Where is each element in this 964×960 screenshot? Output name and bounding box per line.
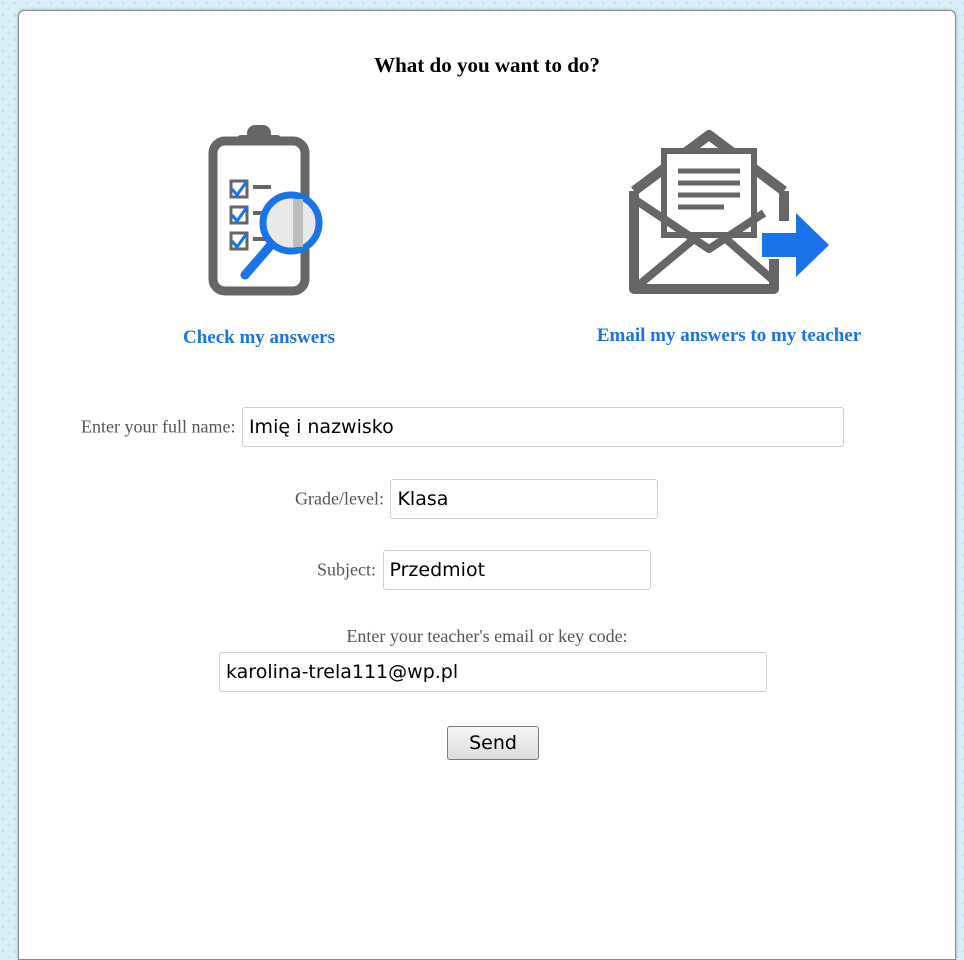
grade-row: Grade/level: bbox=[295, 479, 659, 519]
full-name-label: Enter your full name: bbox=[81, 416, 236, 437]
email-answers-option[interactable]: Email my answers to my teacher bbox=[549, 121, 909, 347]
dialog-panel: What do you want to do? Check my answers bbox=[18, 10, 956, 960]
teacher-email-label: Enter your teacher's email or key code: bbox=[346, 626, 628, 646]
clipboard-check-icon bbox=[208, 125, 323, 296]
full-name-row: Enter your full name: bbox=[81, 407, 844, 447]
full-name-input[interactable] bbox=[241, 407, 844, 447]
teacher-email-input[interactable] bbox=[219, 652, 767, 692]
grade-label: Grade/level: bbox=[295, 488, 384, 509]
dialog-title: What do you want to do? bbox=[374, 53, 600, 77]
email-answers-label[interactable]: Email my answers to my teacher bbox=[549, 325, 909, 347]
check-answers-label[interactable]: Check my answers bbox=[139, 327, 379, 349]
subject-input[interactable] bbox=[382, 550, 651, 590]
subject-row: Subject: bbox=[317, 550, 651, 590]
subject-label: Subject: bbox=[317, 559, 376, 580]
check-answers-option[interactable]: Check my answers bbox=[139, 123, 379, 349]
grade-input[interactable] bbox=[390, 479, 659, 519]
envelope-send-icon bbox=[629, 130, 829, 294]
send-button[interactable]: Send bbox=[447, 726, 539, 760]
